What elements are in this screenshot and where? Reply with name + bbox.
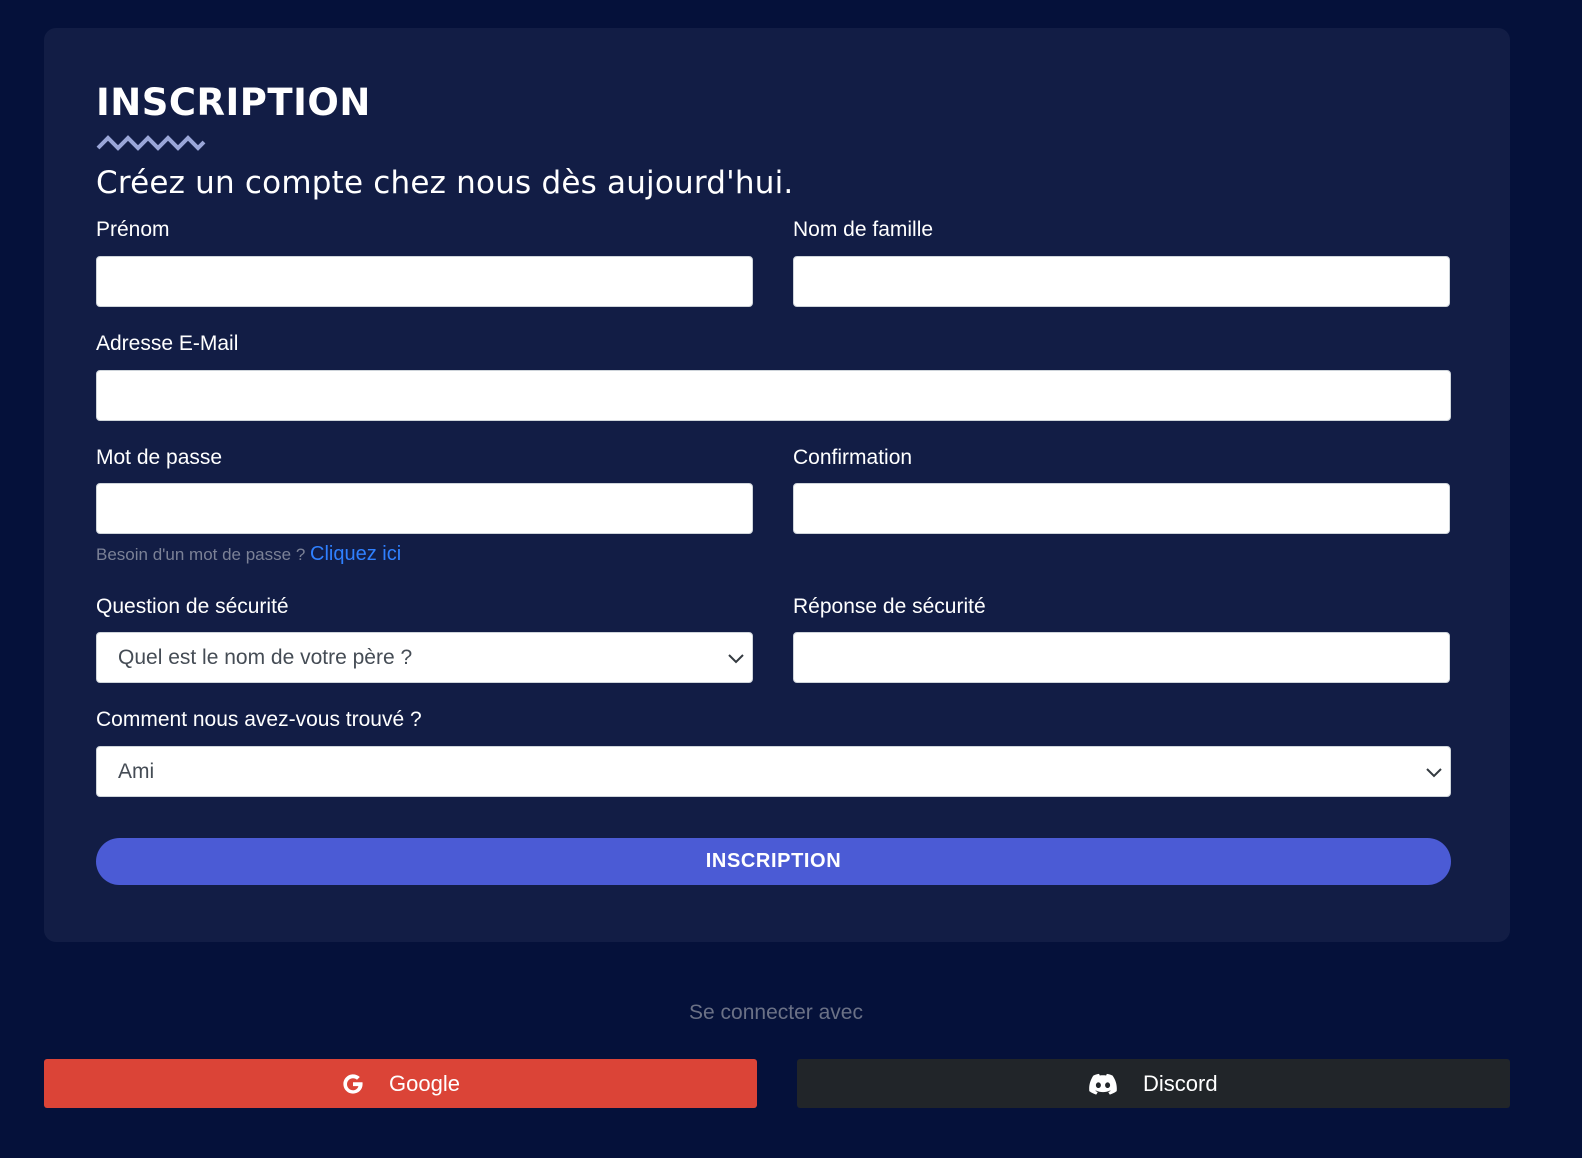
discord-login-button[interactable]: Discord xyxy=(797,1059,1510,1108)
chevron-down-icon xyxy=(1426,768,1442,778)
first-name-field[interactable] xyxy=(96,256,753,307)
password-field[interactable] xyxy=(96,483,753,534)
google-login-label: Google xyxy=(389,1071,460,1096)
discord-icon xyxy=(1089,1073,1117,1095)
security-question-select[interactable]: Quel est le nom de votre père ? xyxy=(96,632,753,683)
password-confirmation-field[interactable] xyxy=(793,483,1450,534)
email-field[interactable] xyxy=(96,370,1451,421)
google-icon xyxy=(343,1074,363,1094)
security-question-value: Quel est le nom de votre père ? xyxy=(118,646,413,669)
last-name-field[interactable] xyxy=(793,256,1450,307)
referral-select[interactable]: Ami xyxy=(96,746,1451,797)
security-answer-label: Réponse de sécurité xyxy=(793,595,986,618)
password-label: Mot de passe xyxy=(96,446,223,469)
discord-login-label: Discord xyxy=(1143,1071,1218,1096)
connect-with-caption: Se connecter avec xyxy=(689,1001,863,1024)
password-hint-link[interactable]: Cliquez ici xyxy=(310,543,401,565)
chevron-down-icon xyxy=(728,654,744,664)
page-subtitle: Créez un compte chez nous dès aujourd'hu… xyxy=(96,165,794,201)
last-name-label: Nom de famille xyxy=(793,218,934,241)
password-hint: Besoin d'un mot de passe ? Cliquez ici xyxy=(96,541,401,568)
zigzag-decoration xyxy=(96,135,206,151)
first-name-label: Prénom xyxy=(96,218,170,241)
referral-value: Ami xyxy=(118,760,155,783)
page-title: INSCRIPTION xyxy=(96,81,371,124)
security-answer-field[interactable] xyxy=(793,632,1450,683)
confirmation-label: Confirmation xyxy=(793,446,913,469)
email-label: Adresse E-Mail xyxy=(96,332,239,355)
google-login-button[interactable]: Google xyxy=(44,1059,757,1108)
password-hint-text: Besoin d'un mot de passe ? xyxy=(96,545,306,564)
referral-label: Comment nous avez-vous trouvé ? xyxy=(96,708,422,731)
security-question-label: Question de sécurité xyxy=(96,595,289,618)
register-button[interactable]: INSCRIPTION xyxy=(96,838,1451,885)
